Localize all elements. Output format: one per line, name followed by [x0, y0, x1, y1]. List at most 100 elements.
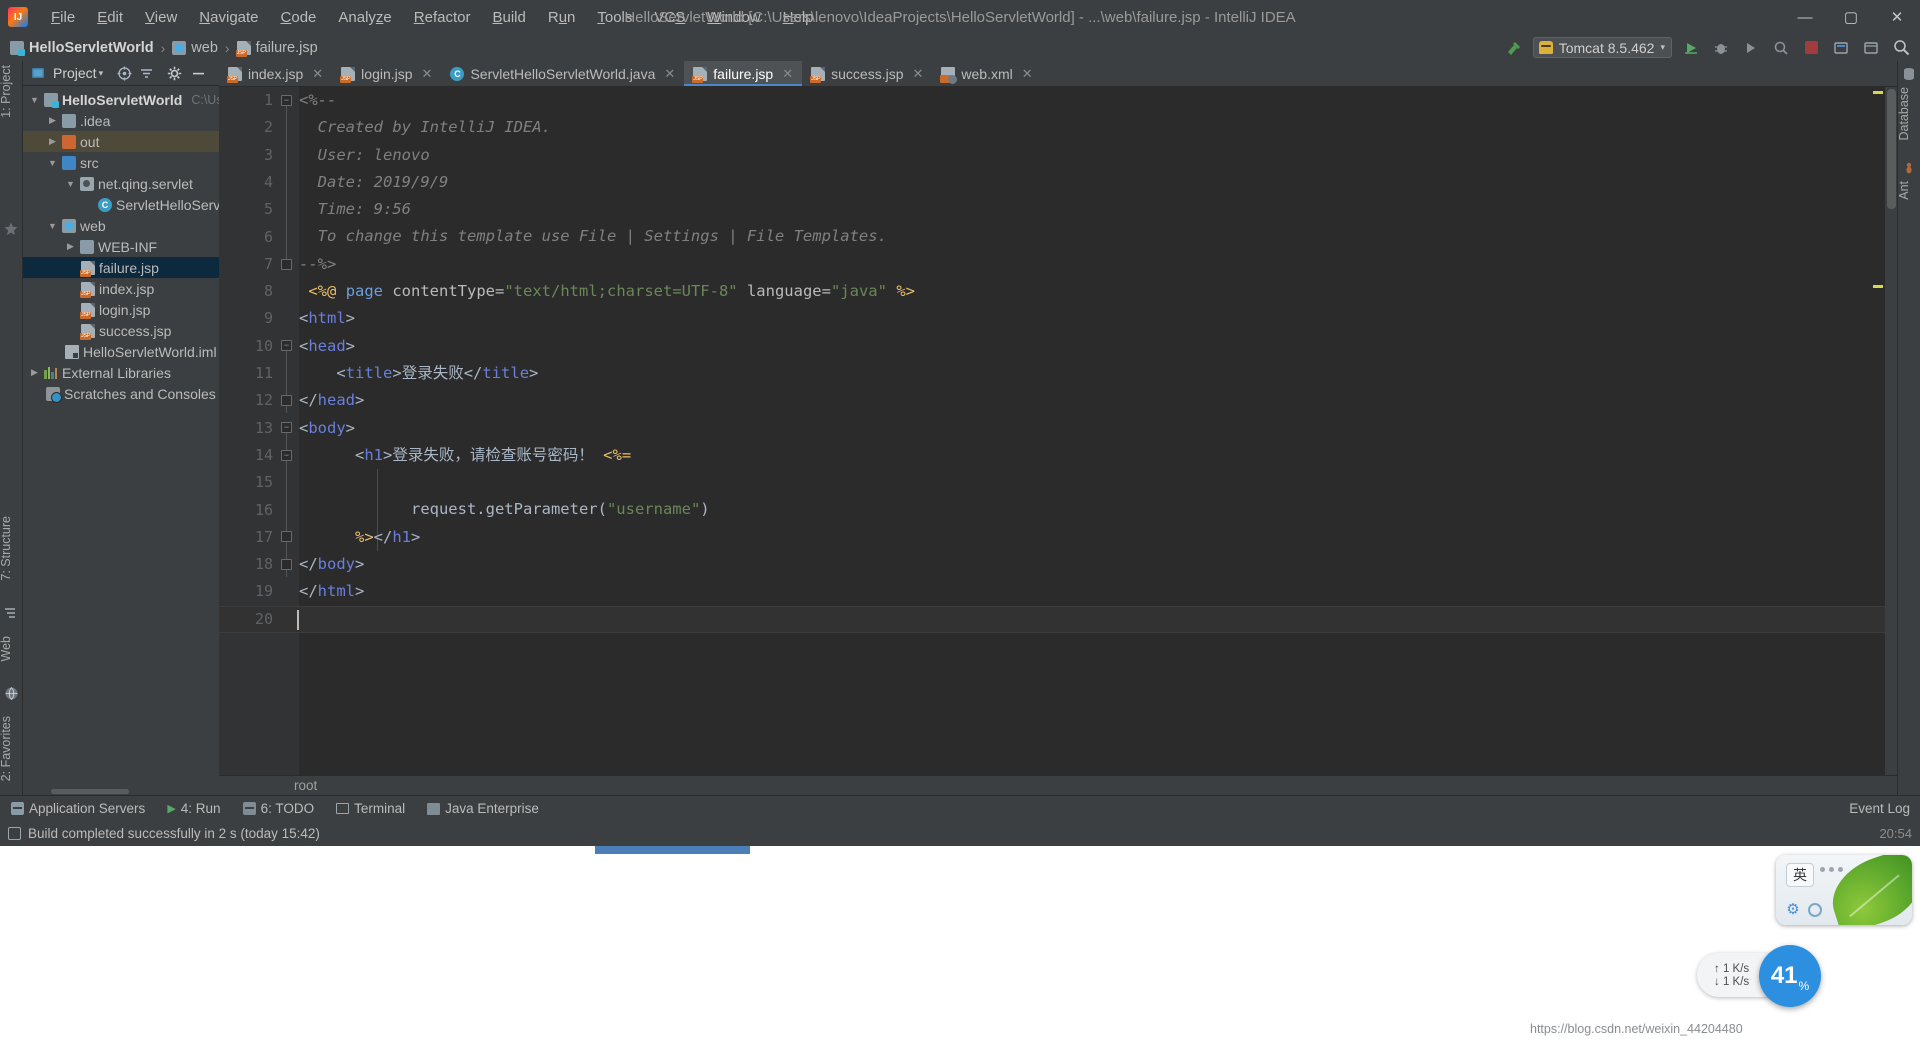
code-text[interactable]: <%-- Created by IntelliJ IDEA. User: len…	[299, 87, 1897, 775]
breadcrumb-item-project[interactable]: HelloServletWorld	[10, 40, 154, 56]
tool-button-ant[interactable]: Ant	[1897, 181, 1920, 200]
tree-item-web[interactable]: ▼ web	[23, 215, 219, 236]
menu-run[interactable]: Run	[537, 4, 587, 31]
breadcrumb-item-file[interactable]: failure.jsp	[235, 40, 318, 57]
menu-file[interactable]: FFileile	[40, 4, 86, 31]
tree-item-failure-jsp[interactable]: failure.jsp	[23, 257, 219, 278]
menu-edit[interactable]: Edit	[86, 4, 134, 31]
editor-scrollbar[interactable]	[1885, 87, 1897, 775]
tool-button-terminal[interactable]: Terminal	[325, 801, 416, 816]
fold-marker-body-end[interactable]	[281, 559, 292, 570]
close-icon[interactable]: ✕	[312, 66, 323, 82]
minimize-button[interactable]: —	[1782, 0, 1828, 34]
menu-help[interactable]: Help	[772, 4, 825, 31]
gear-icon[interactable]	[163, 62, 185, 84]
expand-arrow-icon[interactable]: ▶	[65, 241, 76, 252]
breadcrumb-item-web[interactable]: web	[172, 40, 218, 56]
tab-web-xml[interactable]: web.xml ✕	[932, 61, 1041, 86]
tool-button-structure[interactable]: 7: Structure	[0, 516, 22, 581]
cpu-usage-ball[interactable]: 41 %	[1759, 945, 1821, 1007]
expand-arrow-icon[interactable]: ▶	[47, 115, 58, 126]
tree-item-package[interactable]: ▼ net.qing.servlet	[23, 173, 219, 194]
close-icon[interactable]: ✕	[664, 66, 675, 82]
warning-marker[interactable]	[1873, 91, 1883, 94]
tool-button-web[interactable]: Web	[0, 636, 22, 661]
menu-view[interactable]: View	[134, 4, 188, 31]
expand-arrow-icon[interactable]: ▼	[47, 158, 58, 168]
expand-arrow-icon[interactable]: ▶	[29, 367, 40, 378]
tool-button-database[interactable]: Database	[1897, 87, 1920, 141]
run-button[interactable]	[1680, 37, 1702, 59]
expand-arrow-icon[interactable]: ▼	[65, 179, 76, 189]
tool-button-run[interactable]: ▶ 4: Run	[156, 801, 231, 816]
tab-success-jsp[interactable]: success.jsp ✕	[802, 61, 932, 86]
project-panel-caret-icon[interactable]: ▾	[99, 68, 104, 79]
editor-scrollbar-thumb[interactable]	[1887, 89, 1896, 209]
close-icon[interactable]: ✕	[782, 66, 793, 82]
tool-button-favorites[interactable]: 2: Favorites	[0, 716, 22, 781]
run-configuration-selector[interactable]: Tomcat 8.5.462 ▾	[1532, 37, 1672, 58]
warning-marker[interactable]	[1873, 285, 1883, 288]
tab-servlethelloservletworld-java[interactable]: C ServletHelloServletWorld.java ✕	[441, 61, 684, 86]
debug-button[interactable]	[1710, 37, 1732, 59]
tree-item-scratches[interactable]: Scratches and Consoles	[23, 383, 219, 404]
tab-login-jsp[interactable]: login.jsp ✕	[332, 61, 441, 86]
stop-button[interactable]	[1800, 37, 1822, 59]
project-horizontal-scrollbar[interactable]	[51, 789, 129, 794]
menu-window[interactable]: Window	[696, 4, 771, 31]
tree-item-src[interactable]: ▼ src	[23, 152, 219, 173]
collapse-all-icon[interactable]	[135, 62, 157, 84]
event-log-button[interactable]: Event Log	[1849, 801, 1920, 816]
close-icon[interactable]: ✕	[912, 66, 923, 82]
fold-marker-comment[interactable]: −	[281, 95, 292, 106]
close-icon[interactable]: ✕	[1022, 66, 1033, 82]
tool-button-java-enterprise[interactable]: Java Enterprise	[416, 801, 550, 816]
menu-build[interactable]: Build	[481, 4, 536, 31]
tab-index-jsp[interactable]: index.jsp ✕	[219, 61, 332, 86]
locate-file-icon[interactable]	[113, 62, 135, 84]
tree-item-webinf[interactable]: ▶ WEB-INF	[23, 236, 219, 257]
tree-item-out[interactable]: ▶ out	[23, 131, 219, 152]
maximize-button[interactable]: ▢	[1828, 0, 1874, 34]
fold-marker-comment-end[interactable]	[281, 259, 292, 270]
tool-button-application-servers[interactable]: Application Servers	[0, 801, 156, 816]
run-with-coverage-button[interactable]	[1740, 37, 1762, 59]
tool-button-project[interactable]: 1: Project	[0, 65, 22, 118]
close-icon[interactable]: ✕	[422, 66, 433, 82]
hide-panel-icon[interactable]	[187, 62, 209, 84]
tab-failure-jsp[interactable]: failure.jsp ✕	[684, 61, 803, 86]
ime-language-bar[interactable]: 英 ⚙	[1776, 855, 1912, 925]
settings-gear-icon[interactable]	[1860, 37, 1882, 59]
update-app-button[interactable]	[1830, 37, 1852, 59]
tree-item-login-jsp[interactable]: login.jsp	[23, 299, 219, 320]
fold-marker-head-end[interactable]	[281, 395, 292, 406]
code-editor[interactable]: 1 2 3 4 5 6 7 8 9 10 11 12 13 14 15 16 1…	[219, 87, 1897, 775]
ime-mode-badge[interactable]: 英	[1786, 863, 1814, 887]
expand-arrow-icon[interactable]: ▶	[47, 136, 58, 147]
menu-analyze[interactable]: Analyze	[327, 4, 402, 31]
taskbar-active-item[interactable]	[595, 846, 750, 854]
menu-navigate[interactable]: Navigate	[188, 4, 269, 31]
menu-vcs[interactable]: VCS	[643, 4, 696, 31]
fold-marker-h1[interactable]: −	[281, 450, 292, 461]
menu-tools[interactable]: Tools	[586, 4, 643, 31]
tree-item-idea[interactable]: ▶ .idea	[23, 110, 219, 131]
tree-item-external-libraries[interactable]: ▶ External Libraries	[23, 362, 219, 383]
tree-item-success-jsp[interactable]: success.jsp	[23, 320, 219, 341]
ime-gear-icon[interactable]: ⚙	[1784, 901, 1802, 919]
expand-arrow-icon[interactable]: ▼	[29, 95, 40, 105]
search-icon[interactable]	[1890, 37, 1912, 59]
fold-marker-head[interactable]: −	[281, 340, 292, 351]
tree-item-servletclass[interactable]: C ServletHelloServ	[23, 194, 220, 215]
tree-item-index-jsp[interactable]: index.jsp	[23, 278, 219, 299]
fold-marker-body[interactable]: −	[281, 422, 292, 433]
tree-item-iml[interactable]: HelloServletWorld.iml	[23, 341, 219, 362]
profile-button[interactable]	[1770, 37, 1792, 59]
expand-arrow-icon[interactable]: ▼	[47, 221, 58, 231]
ime-circle-icon[interactable]	[1808, 903, 1822, 917]
tree-item-helloservletworld[interactable]: ▼ HelloServletWorld C:\Use	[23, 89, 230, 110]
menu-code[interactable]: Code	[270, 4, 328, 31]
menu-refactor[interactable]: Refactor	[403, 4, 482, 31]
close-button[interactable]: ✕	[1874, 0, 1920, 34]
tool-button-todo[interactable]: 6: TODO	[232, 801, 326, 816]
